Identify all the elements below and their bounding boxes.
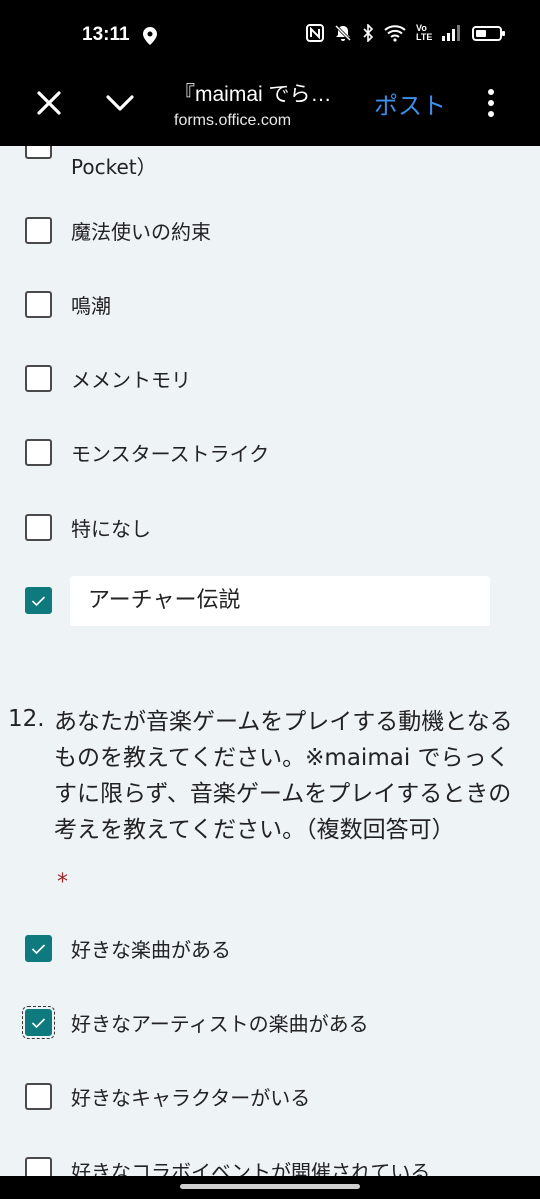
option-meicho[interactable]: 鳴潮 <box>25 290 111 319</box>
other-text-input[interactable]: アーチャー伝説 <box>70 576 490 626</box>
option-favorite-artist[interactable]: 好きなアーティストの楽曲がある <box>22 1006 369 1039</box>
location-icon <box>143 27 157 45</box>
checkbox[interactable] <box>25 365 52 392</box>
battery-icon <box>472 25 505 41</box>
status-icons: Vo LTE <box>306 23 505 42</box>
option-label: モンスターストライク <box>71 442 270 466</box>
option-label: メメントモリ <box>71 368 191 392</box>
option-pocket[interactable] <box>25 146 52 159</box>
checkmark-icon <box>31 943 46 954</box>
checkmark-icon <box>31 595 46 606</box>
option-label: 鳴潮 <box>71 294 111 318</box>
checkbox[interactable] <box>25 1083 52 1110</box>
checkbox[interactable] <box>25 291 52 318</box>
option-favorite-character[interactable]: 好きなキャラクターがいる <box>25 1082 310 1111</box>
checkbox[interactable] <box>25 514 52 541</box>
option-label: 魔法使いの約束 <box>71 220 211 244</box>
close-icon[interactable] <box>34 88 64 118</box>
status-time: 13:11 <box>82 24 130 45</box>
checkbox-checked[interactable] <box>22 1006 55 1039</box>
checkbox[interactable] <box>25 1157 52 1176</box>
navigation-bar <box>0 1176 540 1199</box>
option-mementomori[interactable]: メメントモリ <box>25 364 191 393</box>
option-label: 好きなコラボイベントが開催されている <box>71 1160 431 1176</box>
app-bar: 『maimai でら… forms.office.com ポスト <box>0 72 540 146</box>
question-text: あなたが音楽ゲームをプレイする動機となるものを教えてください。※maimai で… <box>54 709 513 843</box>
option-label: Pocket） <box>71 155 157 179</box>
checkbox[interactable] <box>25 146 52 159</box>
option-label: 好きな楽曲がある <box>71 938 231 962</box>
checkmark-icon <box>31 1017 46 1028</box>
option-mahoutsukai[interactable]: 魔法使いの約束 <box>25 216 211 245</box>
form-content: Pocket） 魔法使いの約束 鳴潮 メメントモリ モンスターストライク 特にな… <box>0 146 540 1176</box>
required-mark: * <box>57 870 68 895</box>
nfc-icon <box>306 24 324 42</box>
home-gesture-handle[interactable] <box>180 1184 360 1189</box>
checkbox[interactable] <box>25 217 52 244</box>
status-bar: 13:11 Vo LTE <box>0 0 540 72</box>
network-type: Vo LTE <box>416 23 433 42</box>
more-options-icon[interactable] <box>486 88 496 118</box>
option-other[interactable] <box>25 587 52 614</box>
option-label: 好きなキャラクターがいる <box>71 1086 311 1110</box>
checkbox-checked[interactable] <box>25 935 52 962</box>
page-title: 『maimai でら… <box>174 83 332 106</box>
option-favorite-song[interactable]: 好きな楽曲がある <box>25 934 231 963</box>
page-url: forms.office.com <box>174 112 292 129</box>
bluetooth-icon <box>363 24 374 42</box>
mute-icon <box>334 24 352 42</box>
option-none[interactable]: 特になし <box>25 513 151 542</box>
signal-icon <box>442 25 460 41</box>
checkbox[interactable] <box>25 439 52 466</box>
checkbox-checked[interactable] <box>25 587 52 614</box>
wifi-icon <box>384 25 406 42</box>
option-collab-event[interactable]: 好きなコラボイベントが開催されている <box>25 1156 430 1176</box>
chevron-down-icon[interactable] <box>104 88 136 118</box>
option-label: 特になし <box>71 517 151 541</box>
question-number: 12. <box>8 706 45 732</box>
post-button[interactable]: ポスト <box>374 86 446 121</box>
option-monster-strike[interactable]: モンスターストライク <box>25 438 269 467</box>
option-label: 好きなアーティストの楽曲がある <box>71 1012 369 1036</box>
